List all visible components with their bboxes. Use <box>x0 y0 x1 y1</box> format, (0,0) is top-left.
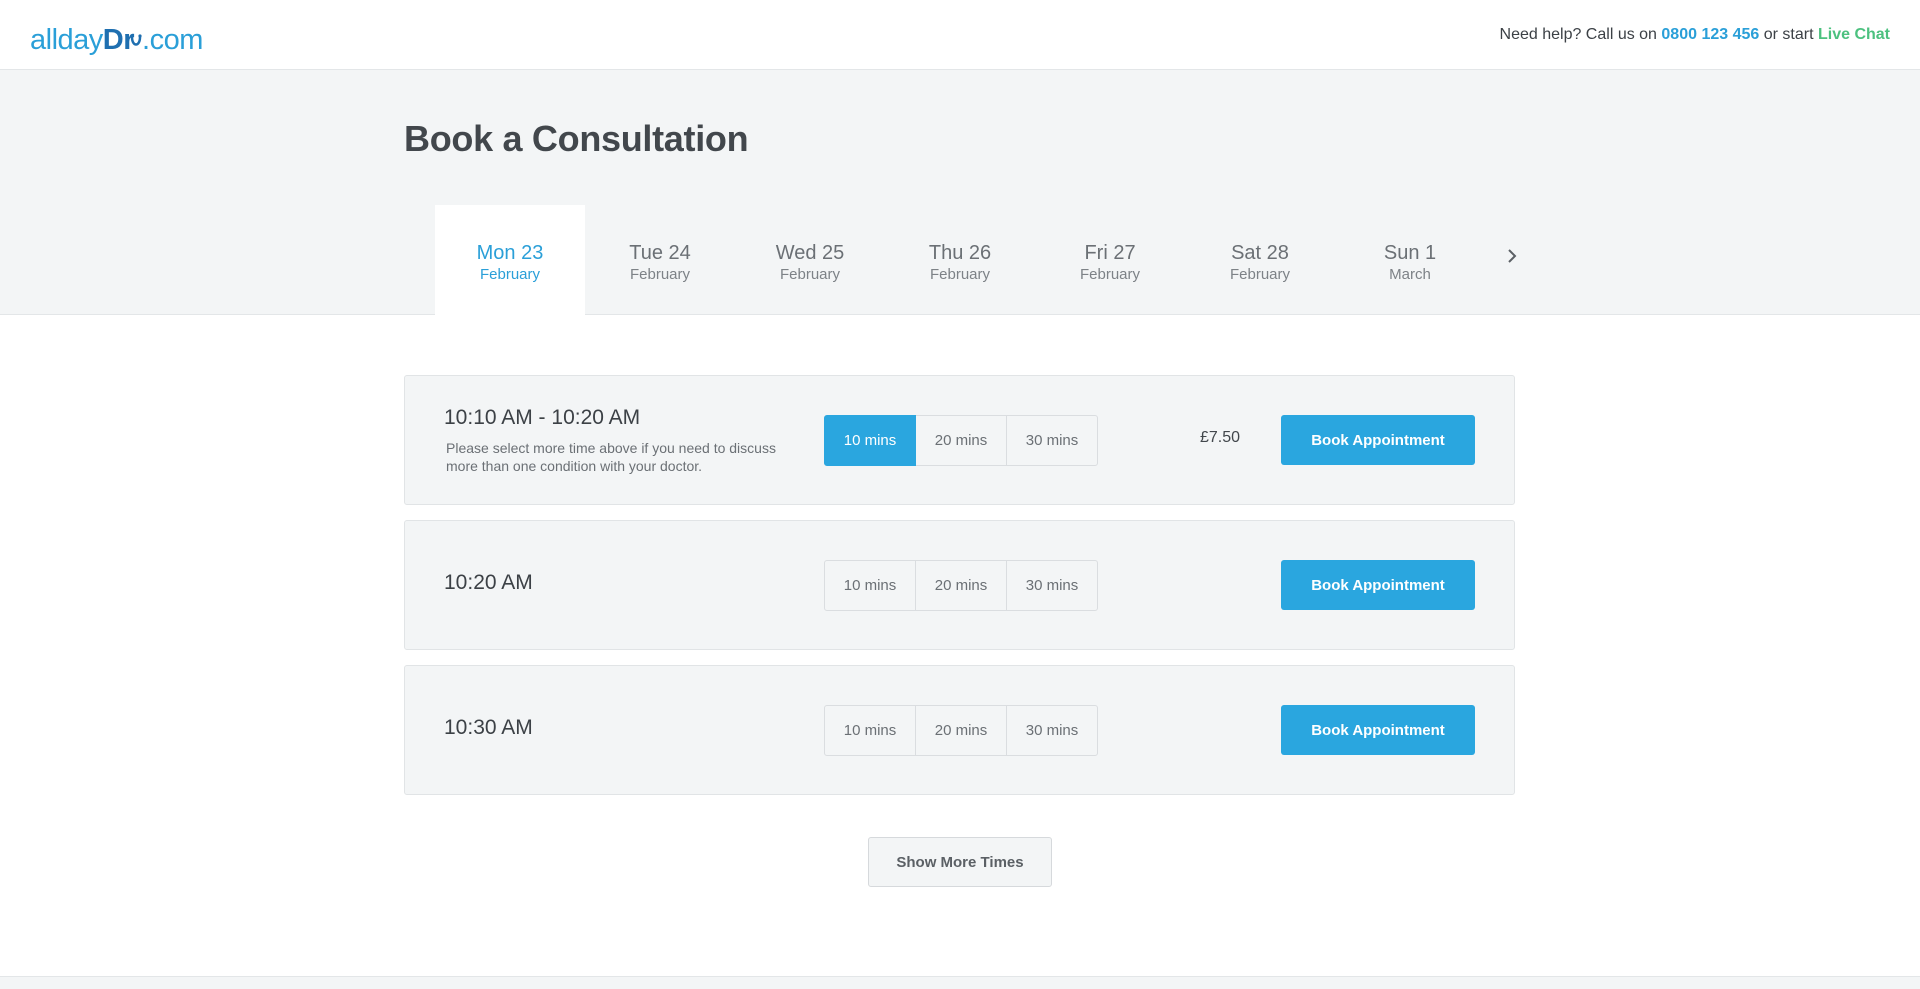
live-chat-link[interactable]: Live Chat <box>1818 26 1890 43</box>
duration-selector: 10 mins 20 mins 30 mins <box>824 705 1098 756</box>
help-text: Need help? Call us on 0800 123 456 or st… <box>1500 26 1890 44</box>
duration-10-button[interactable]: 10 mins <box>824 415 916 466</box>
book-appointment-button[interactable]: Book Appointment <box>1281 560 1475 610</box>
date-tab-fri-27[interactable]: Fri 27 February <box>1035 205 1185 316</box>
date-tab-wed-25[interactable]: Wed 25 February <box>735 205 885 316</box>
time-slot: 10:10 AM - 10:20 AM Please select more t… <box>404 375 1515 505</box>
logo-text-com: .com <box>142 23 203 56</box>
date-tab-day: Wed 25 <box>775 242 845 264</box>
duration-30-button[interactable]: 30 mins <box>1006 705 1098 756</box>
duration-20-button[interactable]: 20 mins <box>915 415 1007 466</box>
date-tab-tue-24[interactable]: Tue 24 February <box>585 205 735 316</box>
date-tab-month: February <box>1079 266 1141 283</box>
date-tab-day: Tue 24 <box>629 242 691 264</box>
date-tab-sat-28[interactable]: Sat 28 February <box>1185 205 1335 316</box>
help-middle: or start <box>1763 25 1814 43</box>
time-slot: 10:20 AM 10 mins 20 mins 30 mins Book Ap… <box>404 520 1515 650</box>
date-tab-month: February <box>629 266 691 283</box>
duration-selector: 10 mins 20 mins 30 mins <box>824 560 1098 611</box>
footer-divider <box>0 976 1920 989</box>
time-slot-list: 10:10 AM - 10:20 AM Please select more t… <box>404 375 1515 810</box>
date-tab-day: Sat 28 <box>1231 242 1289 264</box>
duration-20-button[interactable]: 20 mins <box>915 705 1007 756</box>
slot-time: 10:10 AM - 10:20 AM <box>444 406 641 429</box>
logo[interactable]: allday Dr .com <box>30 13 203 57</box>
date-tab-month: February <box>779 266 841 283</box>
duration-30-button[interactable]: 30 mins <box>1006 560 1098 611</box>
date-tab-sun-1[interactable]: Sun 1 March <box>1335 205 1485 316</box>
slot-price: £7.50 <box>1199 429 1241 446</box>
date-tab-month: February <box>929 266 991 283</box>
page-title: Book a Consultation <box>404 118 749 159</box>
slot-time: 10:30 AM <box>444 716 533 739</box>
date-tab-day: Sun 1 <box>1383 242 1437 264</box>
date-tab-day: Mon 23 <box>476 242 544 264</box>
show-more-times-button[interactable]: Show More Times <box>868 837 1052 887</box>
time-slot: 10:30 AM 10 mins 20 mins 30 mins Book Ap… <box>404 665 1515 795</box>
duration-20-button[interactable]: 20 mins <box>915 560 1007 611</box>
slot-time: 10:20 AM <box>444 571 533 594</box>
booking-hero: Book a Consultation Mon 23 February Tue … <box>0 70 1920 316</box>
date-tab-thu-26[interactable]: Thu 26 February <box>885 205 1035 316</box>
logo-text-dr: Dr <box>102 23 135 56</box>
duration-30-button[interactable]: 30 mins <box>1006 415 1098 466</box>
duration-selector: 10 mins 20 mins 30 mins <box>824 415 1098 466</box>
date-tab-month: February <box>1229 266 1291 283</box>
date-tab-day: Fri 27 <box>1084 242 1136 264</box>
duration-10-button[interactable]: 10 mins <box>824 560 916 611</box>
next-dates-button[interactable] <box>1500 244 1524 268</box>
book-appointment-button[interactable]: Book Appointment <box>1281 415 1475 465</box>
site-header: allday Dr .com Need help? Call us on 0800 … <box>0 0 1920 70</box>
date-tab-month: February <box>479 266 541 283</box>
date-tab-mon-23[interactable]: Mon 23 February <box>435 205 585 316</box>
duration-10-button[interactable]: 10 mins <box>824 705 916 756</box>
chevron-right-icon <box>1508 249 1517 263</box>
phone-link[interactable]: 0800 123 456 <box>1661 26 1759 43</box>
date-tab-day: Thu 26 <box>928 242 992 264</box>
date-selector: Mon 23 February Tue 24 February Wed 25 F… <box>435 205 1485 316</box>
help-prefix: Need help? Call us on <box>1499 25 1657 43</box>
logo-text-allday: allday <box>30 23 103 56</box>
date-tab-month: March <box>1389 266 1431 283</box>
slot-note: Please select more time above if you nee… <box>446 440 776 474</box>
book-appointment-button[interactable]: Book Appointment <box>1281 705 1475 755</box>
